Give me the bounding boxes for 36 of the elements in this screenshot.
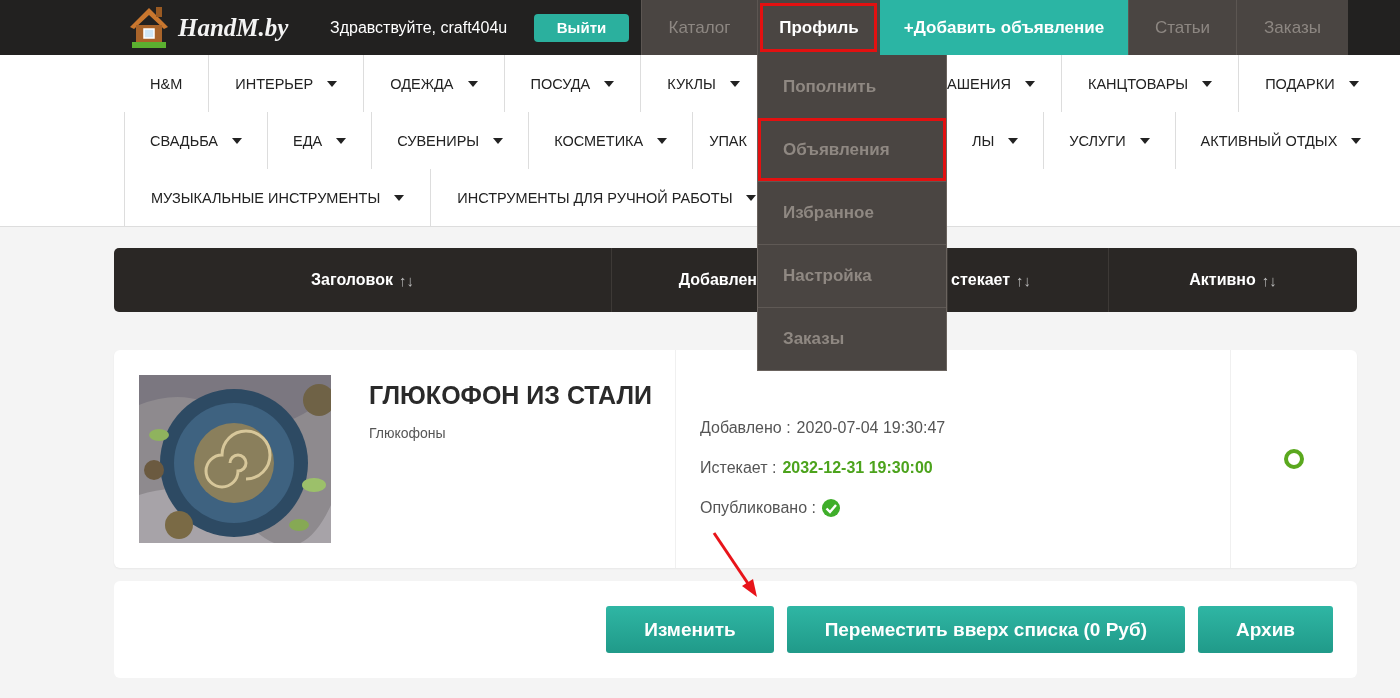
category-link[interactable]: ПОСУДА xyxy=(503,55,641,112)
sort-arrows[interactable]: ↑↓ xyxy=(1016,271,1032,289)
detail-value: 2032-12-31 19:30:00 xyxy=(782,459,933,477)
detail-label: Истекает : xyxy=(700,459,777,477)
category-link[interactable]: СВАДЬБА xyxy=(124,112,268,169)
category-link[interactable]: КОСМЕТИКА xyxy=(528,112,693,169)
category-link[interactable]: H&M xyxy=(124,55,209,112)
column-header[interactable]: Заголовок xyxy=(311,271,393,289)
category-link[interactable]: АКТИВНЫЙ ОТДЫХ xyxy=(1174,112,1387,169)
category-link[interactable]: ЛЫ xyxy=(947,112,1044,169)
category-link[interactable]: УСЛУГИ xyxy=(1043,112,1175,169)
column-header[interactable]: стекает xyxy=(951,271,1011,289)
column-header[interactable]: Активно xyxy=(1189,271,1256,289)
nav-tab[interactable]: Профиль xyxy=(757,0,880,55)
detail-label: Опубликовано : xyxy=(700,499,816,517)
category-link[interactable]: УПАК xyxy=(692,112,772,169)
category-link[interactable]: ОДЕЖДА xyxy=(363,55,504,112)
house-icon xyxy=(128,5,170,50)
listing-category: Глюкофоны xyxy=(369,425,447,441)
detail-label: Добавлено : xyxy=(700,419,791,437)
greeting-text: Здравствуйте, craft404u xyxy=(330,18,509,37)
listing-title[interactable]: ГЛЮКОФОН ИЗ СТАЛИ xyxy=(369,381,652,410)
category-link[interactable]: АШЕНИЯ xyxy=(947,55,1061,112)
sort-arrows[interactable]: ↑↓ xyxy=(1261,271,1277,289)
category-link[interactable]: КУКЛЫ xyxy=(640,55,757,112)
category-link[interactable]: МУЗЫКАЛЬНЫЕ ИНСТРУМЕНТЫ xyxy=(124,169,431,226)
category-link[interactable]: КАНЦТОВАРЫ xyxy=(1061,55,1239,112)
category-link[interactable]: ИНТЕРЬЕР xyxy=(208,55,364,112)
site-logo[interactable]: HandM.by xyxy=(178,13,289,42)
category-link[interactable]: СУВЕНИРЫ xyxy=(371,112,529,169)
category-link[interactable]: ПОДАРКИ xyxy=(1238,55,1385,112)
sort-arrows[interactable]: ↑↓ xyxy=(398,271,414,289)
category-link[interactable]: ИНСТРУМЕНТЫ ДЛЯ РУЧНОЙ РАБОТЫ xyxy=(430,169,757,226)
category-link[interactable]: ЕДА xyxy=(267,112,372,169)
column-header[interactable]: Добавлен xyxy=(678,271,757,289)
detail-value: 2020-07-04 19:30:47 xyxy=(796,419,946,437)
